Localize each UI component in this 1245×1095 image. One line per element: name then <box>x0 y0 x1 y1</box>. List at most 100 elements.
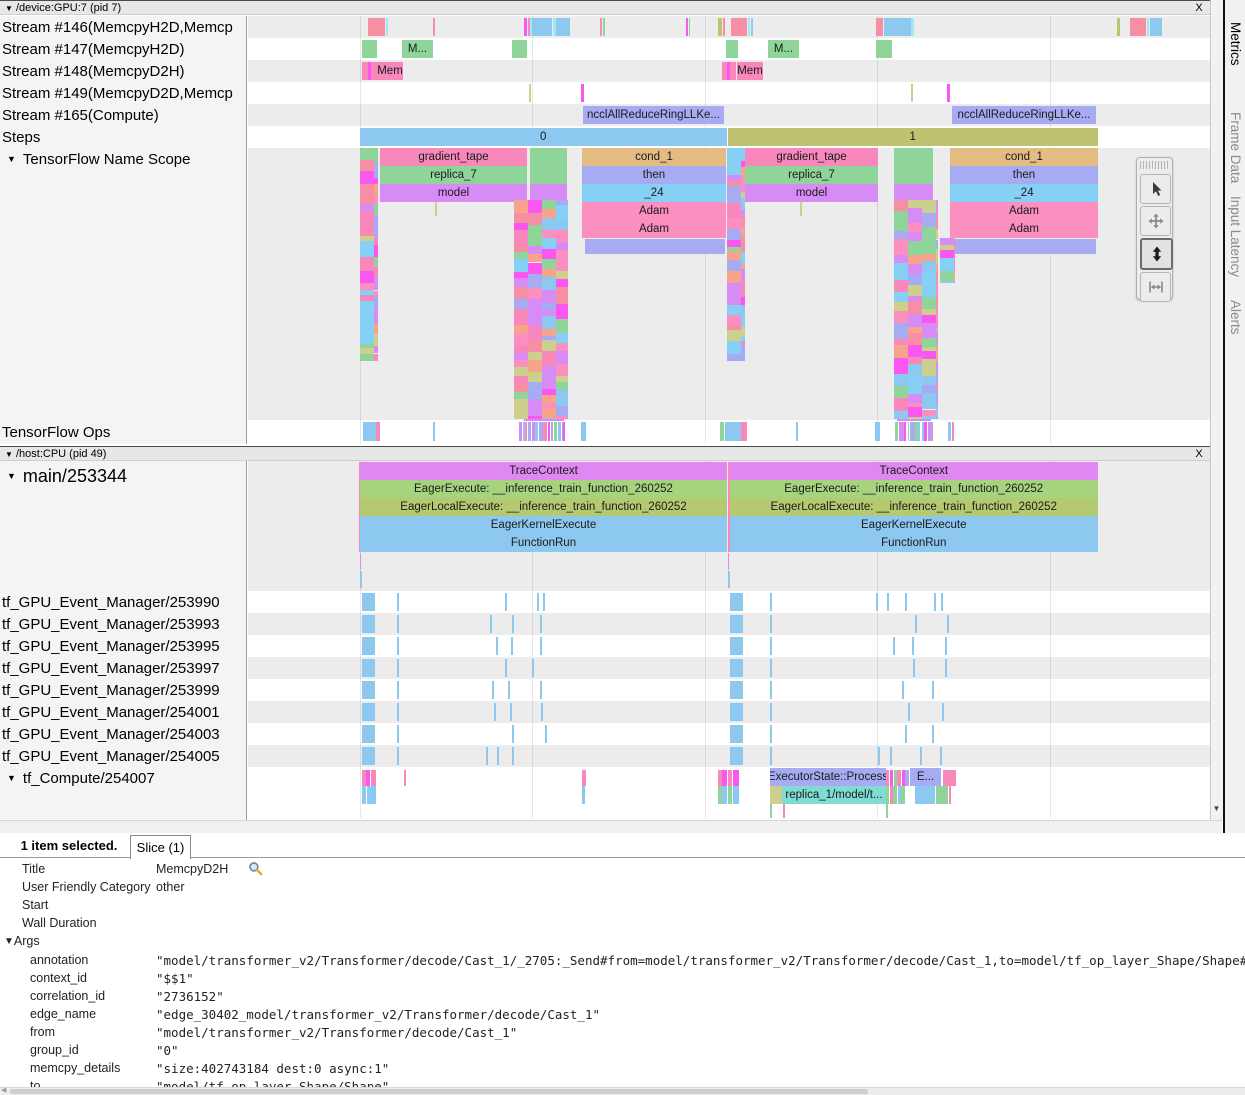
dense-event-cluster[interactable] <box>519 422 565 441</box>
row-label-stream-165[interactable]: Stream #165(Compute) <box>0 104 248 126</box>
trace-event[interactable]: model <box>745 184 878 202</box>
dense-event-cluster[interactable] <box>940 238 955 283</box>
trace-event[interactable]: EagerExecute: __inference_train_function… <box>360 480 727 498</box>
trace-event[interactable]: cond_1 <box>950 148 1098 166</box>
cpu-close-button[interactable]: X <box>1192 447 1206 461</box>
trace-event[interactable] <box>397 725 399 743</box>
trace-event[interactable] <box>585 239 725 254</box>
selection-tool-button[interactable] <box>1140 174 1171 204</box>
trace-event[interactable]: ncclAllReduceRingLLKe... <box>952 106 1096 124</box>
trace-event[interactable] <box>722 770 727 786</box>
trace-event[interactable] <box>386 18 389 36</box>
bottom-scrollbar-thumb[interactable] <box>10 1089 868 1094</box>
trace-event[interactable] <box>730 593 743 611</box>
trace-event[interactable] <box>890 770 894 786</box>
trace-event[interactable] <box>905 725 907 743</box>
trace-event[interactable] <box>770 615 772 633</box>
trace-event[interactable] <box>943 770 956 786</box>
trace-event[interactable]: replica_7 <box>380 166 527 184</box>
trace-event[interactable] <box>494 703 496 721</box>
expander-arrow-icon[interactable]: ▼ <box>7 154 16 164</box>
trace-event[interactable] <box>915 615 917 633</box>
tab-frame-data[interactable]: Frame Data <box>1228 112 1243 183</box>
trace-event[interactable] <box>556 18 570 36</box>
row-label-stream-149[interactable]: Stream #149(MemcpyD2D,Memcp <box>0 82 248 104</box>
trace-event[interactable]: EagerKernelExecute <box>730 516 1099 534</box>
trace-event[interactable] <box>582 770 586 786</box>
trace-event[interactable] <box>748 18 751 36</box>
trace-event[interactable]: EagerLocalExecute: __inference_train_fun… <box>730 498 1099 516</box>
trace-event[interactable] <box>524 419 564 421</box>
trace-event[interactable] <box>362 786 366 804</box>
trace-event[interactable] <box>362 40 377 58</box>
trace-event[interactable] <box>741 422 747 441</box>
trace-event[interactable] <box>435 202 437 216</box>
row-label-stream-147[interactable]: Stream #147(MemcpyH2D) <box>0 38 248 60</box>
trace-event[interactable] <box>545 725 547 743</box>
trace-event[interactable] <box>730 703 743 721</box>
row-label-evm-254005[interactable]: tf_GPU_Event_Manager/254005 <box>0 745 248 767</box>
trace-event[interactable] <box>722 786 727 804</box>
row-label-stream-148[interactable]: Stream #148(MemcpyD2H) <box>0 60 248 82</box>
trace-event[interactable] <box>905 770 909 786</box>
trace-event[interactable] <box>718 18 722 36</box>
trace-event[interactable]: FunctionRun <box>730 534 1099 552</box>
trace-event[interactable] <box>730 681 743 699</box>
trace-event[interactable] <box>512 747 514 765</box>
magnifier-icon[interactable] <box>248 861 263 881</box>
trace-event[interactable] <box>362 703 375 721</box>
trace-event[interactable] <box>530 166 567 184</box>
trace-event[interactable] <box>911 84 913 102</box>
trace-event[interactable] <box>730 725 743 743</box>
trace-event[interactable]: TraceContext <box>730 462 1099 480</box>
trace-event[interactable] <box>397 747 399 765</box>
trace-event[interactable] <box>770 747 772 765</box>
trace-event[interactable] <box>770 637 772 655</box>
trace-event[interactable] <box>893 786 897 804</box>
dense-event-cluster[interactable] <box>895 422 933 441</box>
trace-event[interactable] <box>362 593 375 611</box>
trace-event[interactable] <box>362 747 375 765</box>
row-label-evm-253999[interactable]: tf_GPU_Event_Manager/253999 <box>0 679 248 701</box>
trace-event[interactable] <box>728 786 732 804</box>
trace-event[interactable] <box>359 462 361 552</box>
timing-tool-button[interactable] <box>1140 272 1171 302</box>
trace-event[interactable]: FunctionRun <box>360 534 727 552</box>
trace-event[interactable]: gradient_tape <box>745 148 878 166</box>
trace-event[interactable] <box>947 615 949 633</box>
args-expander[interactable]: ▼Args <box>4 932 40 950</box>
trace-event[interactable] <box>1117 18 1120 36</box>
trace-event[interactable] <box>920 747 922 765</box>
trace-event[interactable] <box>726 40 738 58</box>
trace-event[interactable]: Adam <box>950 202 1098 220</box>
trace-event[interactable]: then <box>582 166 726 184</box>
trace-event[interactable] <box>524 18 527 36</box>
trace-event[interactable] <box>1130 18 1146 36</box>
trace-event[interactable]: TraceContext <box>360 462 727 480</box>
trace-event[interactable] <box>945 659 947 677</box>
trace-event[interactable] <box>770 804 772 818</box>
trace-event[interactable]: EagerKernelExecute <box>360 516 727 534</box>
trace-event[interactable] <box>728 462 730 552</box>
trace-event[interactable] <box>600 18 602 36</box>
trace-event[interactable]: 1 <box>728 128 1098 146</box>
row-label-evm-253993[interactable]: tf_GPU_Event_Manager/253993 <box>0 613 248 635</box>
trace-event[interactable] <box>730 659 743 677</box>
trace-event[interactable] <box>730 62 736 80</box>
zoom-tool-button[interactable] <box>1140 238 1173 270</box>
row-label-steps[interactable]: Steps <box>0 126 248 148</box>
trace-event[interactable] <box>362 681 375 699</box>
tab-alerts[interactable]: Alerts <box>1228 300 1243 335</box>
trace-event[interactable] <box>932 681 934 699</box>
row-label-evm-254001[interactable]: tf_GPU_Event_Manager/254001 <box>0 701 248 723</box>
trace-event[interactable]: M... <box>402 40 433 58</box>
trace-event[interactable] <box>532 659 534 677</box>
trace-event[interactable] <box>362 615 375 633</box>
trace-event[interactable] <box>433 18 435 36</box>
trace-event[interactable] <box>397 593 399 611</box>
trace-event[interactable]: Adam <box>582 220 726 238</box>
pan-tool-button[interactable] <box>1140 206 1171 236</box>
trace-event[interactable] <box>366 770 370 786</box>
trace-event[interactable]: E... <box>910 768 941 786</box>
trace-event[interactable] <box>360 553 362 570</box>
